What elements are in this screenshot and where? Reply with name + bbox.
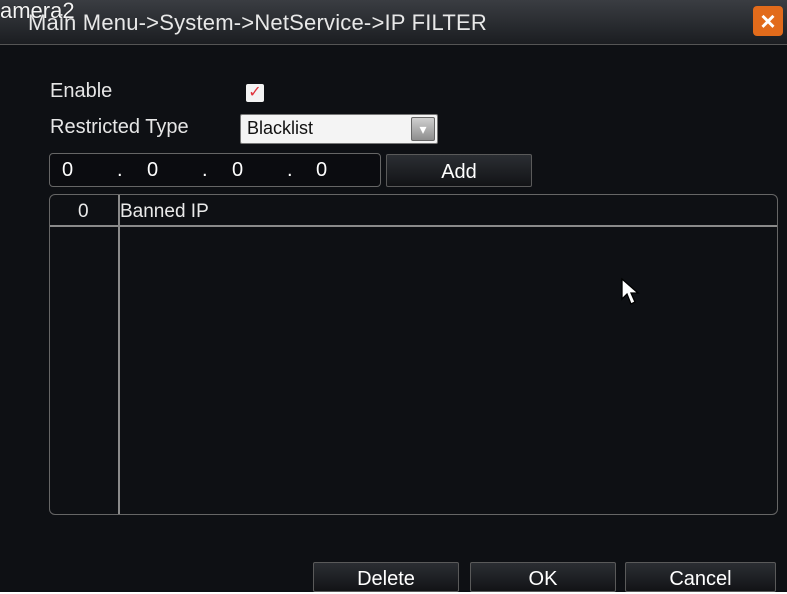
ip-octet-4[interactable]: 0 <box>316 159 327 182</box>
ip-octet-1[interactable]: 0 <box>62 159 73 182</box>
cancel-button[interactable]: Cancel <box>625 562 776 592</box>
table-header: 0 Banned IP <box>50 195 777 227</box>
banned-ip-table: 0 Banned IP <box>49 194 778 515</box>
ok-button[interactable]: OK <box>470 562 616 592</box>
enable-label: Enable <box>50 80 113 102</box>
banned-ip-header: Banned IP <box>120 201 209 222</box>
restricted-type-value: Blacklist <box>247 118 314 138</box>
camera-overlay-label: amera2 <box>0 0 75 23</box>
ip-dot-1: . <box>117 159 123 181</box>
ip-dot-2: . <box>202 159 208 181</box>
index-column <box>50 195 120 514</box>
close-icon[interactable]: × <box>753 6 783 36</box>
ip-dot-3: . <box>287 159 293 181</box>
title-bar: Main Menu->System->NetService->IP FILTER… <box>0 0 787 45</box>
restricted-type-label: Restricted Type <box>50 116 189 138</box>
window-title: Main Menu->System->NetService->IP FILTER <box>28 10 487 35</box>
add-button[interactable]: Add <box>386 154 532 187</box>
ip-octet-3[interactable]: 0 <box>232 159 243 182</box>
ip-address-input[interactable]: 0 . 0 . 0 . 0 <box>49 153 381 187</box>
restricted-type-select[interactable]: Blacklist ▾ <box>240 114 438 144</box>
mouse-pointer-icon <box>621 277 640 305</box>
ip-octet-2[interactable]: 0 <box>147 159 158 182</box>
delete-button[interactable]: Delete <box>313 562 459 592</box>
ip-filter-window: Main Menu->System->NetService->IP FILTER… <box>0 0 787 592</box>
enable-checkbox[interactable]: ✓ <box>246 84 264 102</box>
check-icon: ✓ <box>248 84 262 101</box>
banned-count: 0 <box>78 201 89 222</box>
chevron-down-icon[interactable]: ▾ <box>411 117 435 141</box>
